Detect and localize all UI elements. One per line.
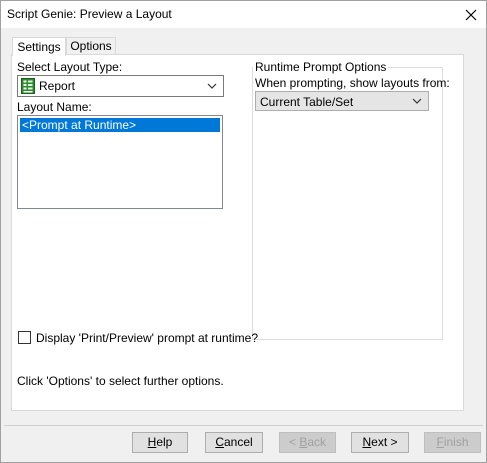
back-button[interactable]: < Back bbox=[279, 432, 336, 453]
finish-accelerator: F bbox=[436, 435, 444, 449]
layout-type-label: Select Layout Type: bbox=[17, 60, 123, 74]
layout-name-label: Layout Name: bbox=[17, 100, 92, 114]
settings-tab-panel: Select Layout Type: Report Layout Name: … bbox=[11, 54, 464, 411]
layout-name-option: <Prompt at Runtime> bbox=[22, 118, 137, 132]
tab-options-label: Options bbox=[70, 39, 112, 53]
list-item[interactable]: <Prompt at Runtime> bbox=[20, 118, 220, 132]
help-button[interactable]: Help bbox=[132, 432, 188, 453]
layout-type-dropdown[interactable]: Report bbox=[17, 75, 224, 97]
next-label-suffix: ext > bbox=[371, 435, 398, 449]
prompting-source-value: Current Table/Set bbox=[260, 95, 354, 109]
print-preview-checkbox[interactable] bbox=[18, 331, 31, 344]
next-accelerator: N bbox=[362, 435, 372, 449]
runtime-prompt-options-title: Runtime Prompt Options bbox=[253, 60, 389, 74]
close-button[interactable] bbox=[456, 1, 486, 28]
print-preview-checkbox-label[interactable]: Display 'Print/Preview' prompt at runtim… bbox=[36, 331, 258, 345]
tab-settings-label: Settings bbox=[17, 40, 61, 54]
back-label-suffix: ack bbox=[307, 435, 327, 449]
back-label-prefix: < bbox=[288, 435, 300, 449]
dialog-window: Script Genie: Preview a Layout Settings … bbox=[0, 0, 487, 463]
help-label-suffix: elp bbox=[156, 435, 173, 449]
finish-button[interactable]: Finish bbox=[424, 432, 481, 453]
tab-options[interactable]: Options bbox=[66, 37, 116, 54]
options-hint-text: Click 'Options' to select further option… bbox=[17, 374, 224, 388]
close-icon bbox=[465, 9, 477, 20]
prompting-source-dropdown[interactable]: Current Table/Set bbox=[255, 91, 429, 111]
window-title: Script Genie: Preview a Layout bbox=[7, 7, 172, 21]
button-bar-divider bbox=[4, 425, 483, 426]
prompting-label: When prompting, show layouts from: bbox=[255, 76, 450, 90]
cancel-button[interactable]: Cancel bbox=[205, 432, 263, 453]
next-button[interactable]: Next > bbox=[351, 432, 409, 453]
chevron-down-icon bbox=[412, 98, 422, 104]
layout-type-value: Report bbox=[39, 79, 76, 93]
dialog-client-area: Settings Options Select Layout Type: Rep… bbox=[1, 28, 486, 462]
cancel-label-suffix: ancel bbox=[223, 435, 253, 449]
title-bar: Script Genie: Preview a Layout bbox=[1, 1, 486, 28]
tab-settings[interactable]: Settings bbox=[12, 37, 66, 56]
layout-name-list[interactable]: <Prompt at Runtime> bbox=[17, 115, 223, 209]
finish-label-suffix: inish bbox=[443, 435, 469, 449]
chevron-down-icon bbox=[207, 83, 217, 89]
report-layout-icon bbox=[21, 78, 35, 94]
cancel-accelerator: C bbox=[215, 435, 224, 449]
